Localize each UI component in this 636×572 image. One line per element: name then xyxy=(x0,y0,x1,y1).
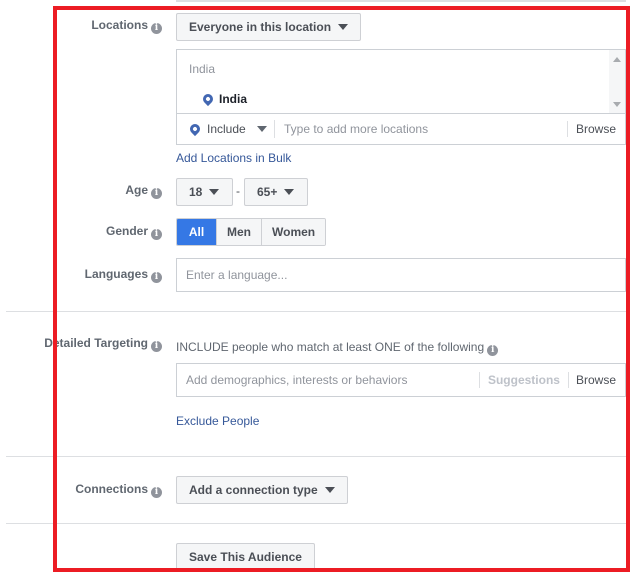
locations-browse-button[interactable]: Browse xyxy=(566,121,625,137)
save-audience-label: Save This Audience xyxy=(189,550,302,564)
chevron-down-icon xyxy=(338,24,349,30)
location-audience-type-dropdown[interactable]: Everyone in this location xyxy=(176,13,362,41)
detailed-targeting-label: Detailed Targeting i xyxy=(44,336,162,352)
add-locations-in-bulk-link[interactable]: Add Locations in Bulk xyxy=(176,151,291,165)
connection-type-label: Add a connection type xyxy=(189,483,318,497)
info-icon[interactable]: i xyxy=(151,272,162,283)
location-search-input[interactable]: Type to add more locations xyxy=(275,122,567,136)
gender-all-button[interactable]: All xyxy=(177,219,216,245)
gender-label: Gender i xyxy=(106,224,162,240)
info-icon[interactable]: i xyxy=(151,229,162,240)
age-label: Age i xyxy=(125,183,162,199)
gender-men-button[interactable]: Men xyxy=(216,219,261,245)
include-dropdown-label: Include xyxy=(207,122,246,136)
location-audience-type-label: Everyone in this location xyxy=(189,20,332,34)
info-icon[interactable]: i xyxy=(151,23,162,34)
suggestions-button[interactable]: Suggestions xyxy=(478,372,568,388)
language-input-placeholder: Enter a language... xyxy=(186,268,288,282)
age-max-dropdown[interactable]: 65+ xyxy=(244,178,308,206)
age-max-value: 65+ xyxy=(257,185,278,199)
age-label-text: Age xyxy=(125,183,148,197)
info-icon[interactable]: i xyxy=(487,345,499,356)
location-pin-icon xyxy=(187,121,203,137)
chevron-down-icon xyxy=(256,126,267,132)
language-input[interactable]: Enter a language... xyxy=(176,258,626,292)
include-criteria-text: INCLUDE people who match at least ONE of… xyxy=(176,340,499,356)
info-icon[interactable]: i xyxy=(151,188,162,199)
locations-list-header: India xyxy=(189,62,216,76)
section-divider xyxy=(6,456,626,457)
connections-label-text: Connections xyxy=(75,482,148,496)
exclude-people-link[interactable]: Exclude People xyxy=(176,414,259,428)
locations-label-text: Locations xyxy=(91,18,148,32)
detailed-targeting-input-row: Add demographics, interests or behaviors… xyxy=(176,363,626,397)
locations-input-row: Include Type to add more locations Brows… xyxy=(177,114,625,144)
detailed-targeting-browse-button[interactable]: Browse xyxy=(567,372,625,388)
detailed-targeting-input[interactable]: Add demographics, interests or behaviors xyxy=(177,373,479,387)
scroll-down-icon[interactable] xyxy=(613,102,621,107)
scroll-up-icon[interactable] xyxy=(613,57,621,62)
section-divider xyxy=(6,523,626,524)
locations-label: Locations i xyxy=(91,18,162,34)
info-icon[interactable]: i xyxy=(151,341,162,352)
connections-label: Connections i xyxy=(75,482,162,498)
chevron-down-icon xyxy=(284,189,295,195)
languages-label-text: Languages xyxy=(84,267,148,281)
gender-women-button[interactable]: Women xyxy=(261,219,326,245)
save-audience-button[interactable]: Save This Audience xyxy=(176,543,315,571)
age-min-value: 18 xyxy=(189,185,203,199)
include-dropdown[interactable]: Include xyxy=(177,120,275,138)
age-min-dropdown[interactable]: 18 xyxy=(176,178,233,206)
gender-label-text: Gender xyxy=(105,224,148,238)
languages-label: Languages i xyxy=(85,267,162,283)
location-item[interactable]: India xyxy=(200,91,248,107)
location-pin-icon xyxy=(200,91,216,107)
info-icon[interactable]: i xyxy=(151,487,162,498)
connection-type-dropdown[interactable]: Add a connection type xyxy=(176,476,348,504)
age-range-separator: - xyxy=(236,184,240,198)
locations-scrollbar[interactable] xyxy=(609,50,625,114)
chevron-down-icon xyxy=(324,487,335,493)
locations-box: India India Include Type to add more loc… xyxy=(176,49,626,145)
detailed-targeting-label-text: Detailed Targeting xyxy=(44,336,148,350)
include-criteria-label: INCLUDE people who match at least ONE of… xyxy=(176,340,485,354)
chevron-down-icon xyxy=(209,189,220,195)
location-item-label: India xyxy=(219,92,248,106)
previous-section-edge xyxy=(176,0,626,2)
section-divider xyxy=(6,311,626,312)
selected-locations-list: India India xyxy=(177,50,609,114)
gender-segmented-control: All Men Women xyxy=(176,218,327,246)
